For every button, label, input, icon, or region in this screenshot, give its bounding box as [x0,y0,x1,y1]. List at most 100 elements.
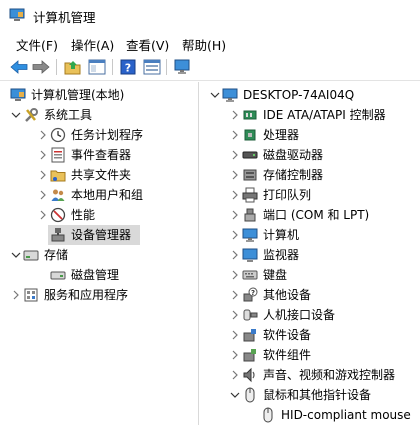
users-icon [50,187,66,203]
chevron-right-icon[interactable] [229,289,241,301]
mouse-icon [260,407,276,423]
tree-item-label: 软件组件 [263,348,312,362]
tree-item-computer-management[interactable]: 计算机管理(本地) [10,85,124,105]
chevron-right-icon[interactable] [37,169,49,181]
tree-item-label: 计算机 [263,228,300,242]
menu-view[interactable]: 查看(V) [126,35,169,54]
chevron-right-icon[interactable] [229,149,241,161]
chevron-right-icon[interactable] [229,369,241,381]
tree-item-hid-mouse[interactable]: HID-compliant mouse [260,405,411,425]
computer-icon [242,227,258,243]
performance-icon [50,207,66,223]
printer-icon [242,187,258,203]
tree-item-ide-controllers[interactable]: IDE ATA/ATAPI 控制器 [232,105,386,125]
tree-item-processors[interactable]: 处理器 [232,125,299,145]
up-folder-icon[interactable] [63,57,83,77]
tree-item-label: IDE ATA/ATAPI 控制器 [263,108,386,122]
chevron-right-icon[interactable] [37,209,49,221]
chevron-down-icon[interactable] [229,389,241,401]
chevron-right-icon[interactable] [229,329,241,341]
tree-item-label: 端口 (COM 和 LPT) [263,208,370,222]
tree-item-system-tools[interactable]: 系统工具 [11,105,92,125]
disk-drive-icon [242,147,258,163]
chevron-right-icon[interactable] [229,349,241,361]
chevron-right-icon[interactable] [229,309,241,321]
chevron-right-icon[interactable] [37,149,49,161]
tree-item-storage[interactable]: 存储 [11,245,69,265]
tree-item-computer[interactable]: 计算机 [232,225,300,245]
tree-item-disk-management[interactable]: 磁盘管理 [50,265,119,285]
show-hide-console-tree-icon[interactable] [87,57,107,77]
storage-controller-icon [242,167,258,183]
chevron-down-icon[interactable] [10,249,22,261]
tree-item-label: 人机接口设备 [263,308,336,322]
tree-item-software-components[interactable]: 软件组件 [232,345,312,365]
mouse-icon [242,387,258,403]
tree-item-hid[interactable]: 人机接口设备 [232,305,336,325]
chevron-right-icon[interactable] [229,249,241,261]
menu-action[interactable]: 操作(A) [71,35,114,54]
tree-item-label: 性能 [71,208,96,222]
tree-item-label: 设备管理器 [71,228,132,242]
tree-item-storage-controllers[interactable]: 存储控制器 [232,165,323,185]
tree-item-disk-drives[interactable]: 磁盘驱动器 [232,145,323,165]
forward-arrow-icon[interactable] [31,57,51,77]
scan-hardware-monitor-icon[interactable] [172,57,192,77]
tree-item-event-viewer[interactable]: 事件查看器 [40,145,132,165]
tree-item-label: 磁盘管理 [71,268,120,282]
tree-item-label: 鼠标和其他指针设备 [263,388,372,402]
hid-icon [242,307,258,323]
properties-icon[interactable] [142,57,162,77]
services-icon [23,287,39,303]
tree-item-device-manager[interactable]: 设备管理器 [48,225,140,245]
tree-item-ports[interactable]: 端口 (COM 和 LPT) [232,205,370,225]
keyboard-icon [242,267,258,283]
computer-management-icon [9,8,25,22]
help-icon[interactable]: ? [118,57,138,77]
tree-item-monitors[interactable]: 监视器 [232,245,299,265]
svg-text:?: ? [251,289,255,297]
tree-item-other-devices[interactable]: ? 其他设备 [232,285,311,305]
processor-icon [242,127,258,143]
menu-file[interactable]: 文件(F) [16,35,58,54]
port-icon [242,207,258,223]
tree-item-label: 存储 [44,248,69,262]
tree-item-task-scheduler[interactable]: 任务计划程序 [40,125,143,145]
tree-item-keyboards[interactable]: 键盘 [232,265,288,285]
chevron-right-icon[interactable] [10,289,22,301]
tree-item-label: 服务和应用程序 [44,288,129,302]
tree-item-mice[interactable]: 鼠标和其他指针设备 [230,385,372,405]
tree-item-shared-folders[interactable]: 共享文件夹 [40,165,131,185]
tree-item-label: 声音、视频和游戏控制器 [263,368,396,382]
tree-item-print-queues[interactable]: 打印队列 [232,185,311,205]
chevron-right-icon[interactable] [229,129,241,141]
shared-folder-icon [50,167,66,183]
chevron-right-icon[interactable] [229,169,241,181]
chevron-right-icon[interactable] [229,269,241,281]
toolbar-separator [112,59,113,75]
computer-management-icon [10,87,26,103]
computer-icon [222,87,238,103]
toolbar-separator [166,59,167,75]
tree-item-performance[interactable]: 性能 [40,205,96,225]
chevron-right-icon[interactable] [37,189,49,201]
tools-icon [23,107,39,123]
tree-item-local-users-groups[interactable]: 本地用户和组 [40,185,143,205]
tree-item-label: 键盘 [263,268,288,282]
tree-item-services-applications[interactable]: 服务和应用程序 [13,285,129,305]
tree-item-label: 事件查看器 [71,148,132,162]
tree-item-sound-video-game[interactable]: 声音、视频和游戏控制器 [232,365,396,385]
chevron-down-icon[interactable] [10,109,22,121]
chevron-right-icon[interactable] [229,209,241,221]
menu-help[interactable]: 帮助(H) [182,35,226,54]
chevron-down-icon[interactable] [209,89,221,101]
tree-item-software-devices[interactable]: 软件设备 [232,325,311,345]
tree-item-label: DESKTOP-74AI04Q [243,88,355,102]
tree-item-computer-root[interactable]: DESKTOP-74AI04Q [210,85,355,105]
chevron-right-icon[interactable] [229,109,241,121]
back-arrow-icon[interactable] [9,57,29,77]
chevron-right-icon[interactable] [229,189,241,201]
chevron-right-icon[interactable] [37,129,49,141]
monitor-icon [242,247,258,263]
chevron-right-icon[interactable] [229,229,241,241]
